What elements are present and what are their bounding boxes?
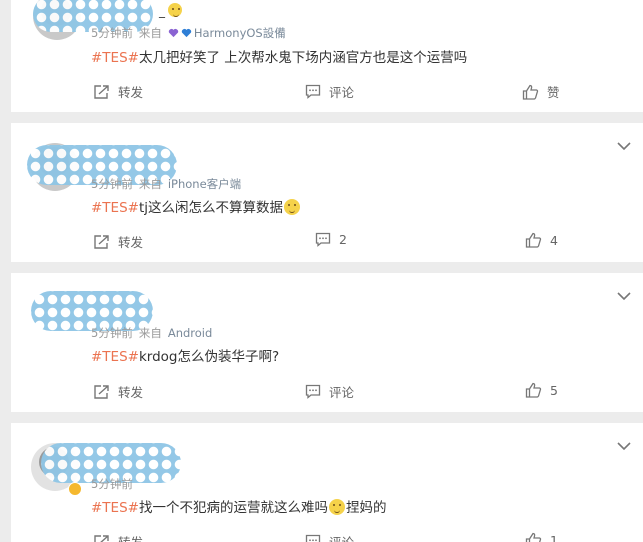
from-label: 来自 <box>138 326 162 340</box>
thumbs-up-icon <box>522 84 539 100</box>
blue-heart-icon <box>181 29 191 38</box>
smirk-emoji-icon <box>328 499 345 515</box>
purple-heart-icon <box>168 29 178 38</box>
repost-button[interactable]: 转发 <box>93 82 143 101</box>
repost-icon <box>94 84 109 99</box>
comment-text: #TES#tj这么闲怎么不算算数据 <box>91 196 301 216</box>
action-bar: 转发 2 4 <box>11 232 643 252</box>
like-button[interactable]: 4 <box>525 232 558 248</box>
comment-button[interactable]: 评论 <box>305 532 354 542</box>
topic-tag-link[interactable]: #TES# <box>91 349 139 365</box>
action-bar: 转发 评论 赞 <box>11 82 643 102</box>
comment-button[interactable]: 2 <box>315 232 347 247</box>
comment-button[interactable]: 评论 <box>305 382 354 401</box>
badge-emoji-icon <box>168 3 182 17</box>
thumbs-up-icon <box>525 232 542 248</box>
topic-tag-link[interactable]: #TES# <box>91 50 139 66</box>
topic-tag-link[interactable]: #TES# <box>91 200 139 216</box>
repost-label: 转发 <box>118 385 144 400</box>
device-link[interactable]: iPhone客户端 <box>168 177 241 191</box>
like-button[interactable]: 赞 <box>522 82 560 101</box>
time-text: 5分钟前 <box>91 177 133 191</box>
repost-icon <box>94 234 109 249</box>
repost-icon <box>94 384 109 399</box>
comment-meta: 5分钟前 <box>91 476 139 492</box>
like-count: 5 <box>550 382 558 398</box>
time-text: 5分钟前 <box>91 326 133 340</box>
comment-body: krdog怎么伪装华子啊? <box>138 349 280 365</box>
repost-button[interactable]: 转发 <box>93 532 143 542</box>
like-count: 4 <box>550 232 558 248</box>
comment-text: #TES#太几把好笑了 上次帮水鬼下场内涵官方也是这个运营吗 <box>91 46 467 66</box>
comment-card-2: 5分钟前 来自 iPhone客户端 #TES#tj这么闲怎么不算算数据 转发 2 4 <box>11 123 643 262</box>
comment-meta: 5分钟前 来自 iPhone客户端 <box>91 176 247 192</box>
device-link[interactable]: Android <box>168 326 212 340</box>
like-label: 赞 <box>547 85 560 100</box>
comment-card-1: _ 5分钟前 来自 HarmonyOS設備 #TES#太几把好笑了 上次帮水鬼下场内… <box>11 0 643 112</box>
comment-label: 评论 <box>329 532 354 542</box>
comment-icon <box>315 232 331 247</box>
chevron-down-icon[interactable] <box>617 141 631 151</box>
like-count: 1 <box>550 532 558 542</box>
time-text: 5分钟前 <box>91 477 133 491</box>
from-label: 来自 <box>138 26 162 40</box>
comment-icon <box>305 84 321 99</box>
time-text: 5分钟前 <box>91 26 133 40</box>
username-suffix: _ <box>159 4 165 18</box>
comment-icon <box>305 384 321 399</box>
repost-label: 转发 <box>118 85 144 100</box>
comment-body-end: 捏妈的 <box>345 500 387 516</box>
comment-text: #TES#找一个不犯病的运营就这么难吗 捏妈的 <box>91 496 386 516</box>
like-button[interactable]: 5 <box>525 382 558 398</box>
thinking-emoji-icon <box>284 199 301 215</box>
repost-button[interactable]: 转发 <box>93 382 143 401</box>
comment-body: 太几把好笑了 上次帮水鬼下场内涵官方也是这个运营吗 <box>138 50 468 66</box>
comment-label: 评论 <box>329 385 355 400</box>
topic-tag-link[interactable]: #TES# <box>91 500 139 516</box>
repost-label: 转发 <box>118 532 143 542</box>
thumbs-up-icon <box>525 532 542 542</box>
comment-body: tj这么闲怎么不算算数据 <box>138 200 284 216</box>
repost-icon <box>94 534 109 542</box>
verified-badge-icon <box>68 482 82 496</box>
comment-icon <box>305 534 321 542</box>
comment-text: #TES#krdog怎么伪装华子啊? <box>91 345 279 365</box>
action-bar: 转发 评论 1 <box>11 532 643 542</box>
repost-button[interactable]: 转发 <box>93 232 143 251</box>
action-bar: 转发 评论 5 <box>11 382 643 402</box>
comment-label: 评论 <box>329 85 355 100</box>
chevron-down-icon[interactable] <box>617 441 631 451</box>
comment-count: 2 <box>339 232 347 247</box>
from-label: 来自 <box>138 177 162 191</box>
repost-label: 转发 <box>118 235 144 250</box>
comment-card-3: 5分钟前 来自 Android #TES#krdog怎么伪装华子啊? 转发 评论 5 <box>11 273 643 412</box>
chevron-down-icon[interactable] <box>617 291 631 301</box>
comment-meta: 5分钟前 来自 Android <box>91 325 218 341</box>
like-button[interactable]: 1 <box>525 532 558 542</box>
comment-button[interactable]: 评论 <box>305 82 354 101</box>
thumbs-up-icon <box>525 382 542 398</box>
comment-meta: 5分钟前 来自 HarmonyOS設備 <box>91 25 292 41</box>
comment-body: 找一个不犯病的运营就这么难吗 <box>138 500 328 516</box>
comment-card-4: 5分钟前 #TES#找一个不犯病的运营就这么难吗 捏妈的 转发 评论 1 <box>11 423 643 542</box>
device-link[interactable]: HarmonyOS設備 <box>194 26 286 40</box>
